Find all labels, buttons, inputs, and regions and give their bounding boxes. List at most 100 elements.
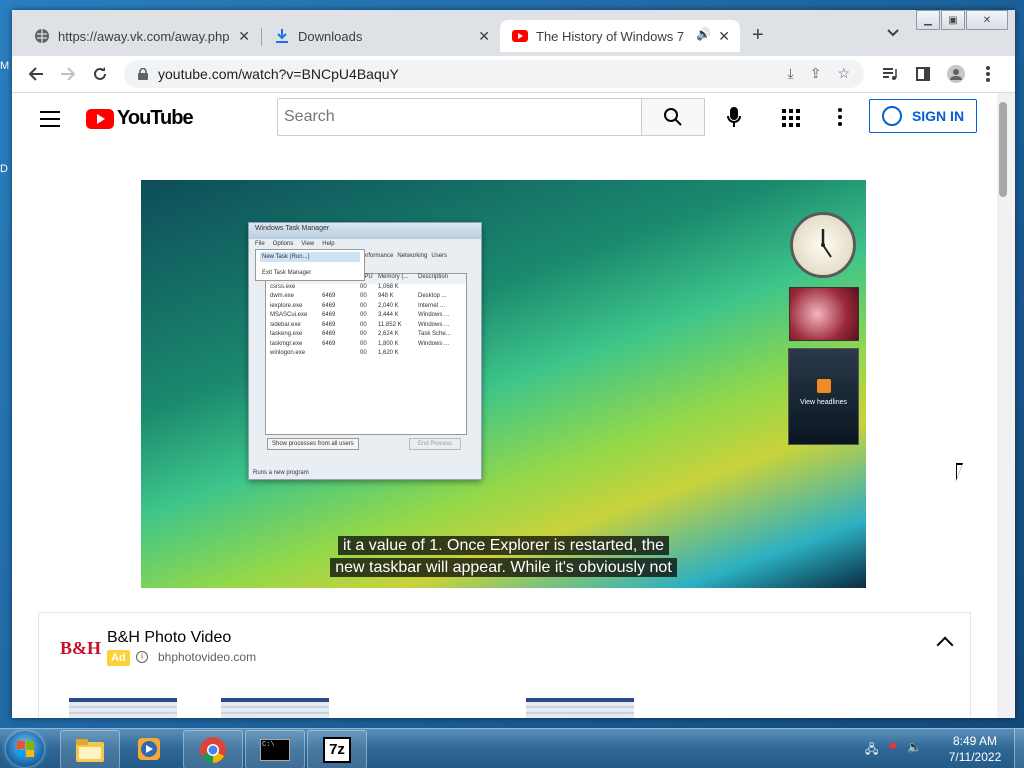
url-text[interactable]: youtube.com/watch?v=BNCpU4BaquY <box>158 66 399 82</box>
install-app-icon[interactable]: ⤓ <box>788 65 794 82</box>
youtube-header: YouTube SIGN IN <box>12 93 997 149</box>
system-tray: 🖧 ⚑ 🔈 <box>865 740 922 761</box>
tab-youtube[interactable]: The History of Windows 7 De 🔊 ✕ <box>500 20 740 52</box>
volume-icon[interactable]: 🔈 <box>907 740 922 761</box>
audio-playing-icon[interactable]: 🔊 <box>696 27 711 41</box>
tab-vk[interactable]: https://away.vk.com/away.php ✕ <box>12 20 260 52</box>
new-tab-button[interactable]: + <box>752 24 764 47</box>
tab-search-icon[interactable] <box>887 26 899 40</box>
hamburger-menu-icon[interactable] <box>40 111 60 127</box>
ad-product-thumbnail[interactable] <box>69 698 177 718</box>
slideshow-gadget <box>789 287 859 341</box>
close-tab-icon[interactable]: ✕ <box>238 28 250 45</box>
youtube-apps-icon[interactable] <box>782 109 800 127</box>
lock-icon[interactable] <box>136 67 150 81</box>
tab-title: The History of Windows 7 De <box>536 28 688 44</box>
explorer-icon[interactable] <box>60 730 120 768</box>
process-row: csrss.exe 00 1,068 K <box>266 284 466 294</box>
globe-icon <box>34 28 50 44</box>
show-desktop-button[interactable] <box>1014 729 1024 768</box>
close-window-button[interactable]: ✕ <box>966 10 1008 30</box>
side-panel-icon[interactable] <box>911 62 935 86</box>
close-tab-icon[interactable]: ✕ <box>718 28 730 45</box>
caption-line-1: it a value of 1. Once Explorer is restar… <box>141 535 866 557</box>
collapse-chevron-icon[interactable] <box>936 636 954 654</box>
process-cell <box>418 350 468 360</box>
network-icon[interactable]: 🖧 <box>865 740 878 761</box>
address-bar[interactable]: youtube.com/watch?v=BNCpU4BaquY ⤓ ⇪ ☆ <box>124 60 864 88</box>
search-input[interactable] <box>277 98 641 136</box>
caption-text: it a value of 1. Once Explorer is restar… <box>337 536 670 555</box>
tab-downloads[interactable]: Downloads ✕ <box>252 20 500 52</box>
taskbar-clock[interactable]: 8:49 AM 7/11/2022 <box>940 733 1010 765</box>
menu-item-exit: Exit Task Manager <box>262 270 312 276</box>
media-control-icon[interactable] <box>878 62 902 86</box>
ad-badge: Ad <box>107 650 130 666</box>
task-manager-status: Runs a new program <box>253 470 309 476</box>
cmd-label: C:\ <box>260 738 290 761</box>
minimize-button[interactable]: ▁ <box>916 10 940 30</box>
process-cell: 00 <box>360 321 367 328</box>
ad-product-thumbnail[interactable] <box>526 698 634 718</box>
action-center-flag-icon[interactable]: ⚑ <box>887 740 898 761</box>
reload-icon[interactable] <box>88 62 112 86</box>
clock-time: 8:49 AM <box>952 734 998 748</box>
ad-domain[interactable]: bhphotovideo.com <box>158 650 256 664</box>
tm-tab: Networking <box>397 253 428 259</box>
tab-title: Downloads <box>298 28 363 44</box>
windows-taskbar: C:\ 7z 🖧 ⚑ 🔈 8:49 AM 7/11/2022 <box>0 728 1024 768</box>
menu-view: View <box>301 241 315 247</box>
bookmark-star-icon[interactable]: ☆ <box>837 65 850 82</box>
profile-avatar-icon[interactable] <box>944 62 968 86</box>
settings-more-icon[interactable] <box>838 108 842 129</box>
chrome-icon[interactable] <box>183 730 243 768</box>
cmd-icon[interactable]: C:\ <box>245 730 305 768</box>
chrome-menu-icon[interactable] <box>976 62 1000 86</box>
task-manager-window: Windows Task Manager File Options View H… <box>248 222 482 480</box>
feed-headlines-text: View headlines <box>800 399 847 406</box>
sign-in-button[interactable]: SIGN IN <box>869 99 977 133</box>
ad-info-icon[interactable]: i <box>136 651 148 663</box>
bh-logo[interactable]: B&H <box>60 638 101 659</box>
process-cell: sidebar.exe <box>270 321 301 328</box>
menu-file: File <box>255 241 265 247</box>
media-player-icon[interactable] <box>120 730 178 767</box>
desktop-label-d: D <box>0 163 8 175</box>
process-cell: 6469 <box>322 312 336 318</box>
7zip-icon[interactable]: 7z <box>307 730 367 768</box>
process-cell: 00 <box>360 312 367 318</box>
process-cell: MSASCui.exe <box>270 312 308 318</box>
search-button[interactable] <box>641 98 705 136</box>
browser-window: https://away.vk.com/away.php ✕ Downloads… <box>12 10 1015 718</box>
video-player[interactable]: Windows Task Manager File Options View H… <box>141 180 866 588</box>
menu-options: Options <box>272 241 294 247</box>
process-cell: 6469 <box>322 331 336 337</box>
back-icon[interactable] <box>24 62 48 86</box>
ad-title[interactable]: B&H Photo Video <box>107 629 231 647</box>
process-row: iexplore.exe 6469 00 2,040 K Internet ... <box>266 303 466 313</box>
maximize-button[interactable]: ▣ <box>941 10 965 30</box>
process-cell: winlogon.exe <box>270 350 306 356</box>
scrollbar-thumb[interactable] <box>999 102 1007 197</box>
close-tab-icon[interactable]: ✕ <box>478 28 490 45</box>
end-process-button: End Process <box>409 438 462 450</box>
ad-product-thumbnail[interactable] <box>221 698 329 718</box>
tm-tab: Users <box>431 253 448 259</box>
process-cell: 1,068 K <box>378 283 399 290</box>
task-manager-menu: File Options View Help <box>249 239 481 249</box>
feed-headlines-gadget: View headlines <box>788 348 859 445</box>
process-cell: 2,624 K <box>378 331 399 337</box>
forward-icon[interactable] <box>56 62 80 86</box>
youtube-logo[interactable]: YouTube <box>86 107 194 130</box>
process-row: dwm.exe 6469 00 948 K Desktop ... <box>266 293 466 303</box>
process-cell: 6469 <box>322 340 336 347</box>
youtube-logo-text: YouTube <box>117 107 194 129</box>
process-cell: 2,040 K <box>378 302 399 309</box>
ad-card[interactable]: B&H B&H Photo Video Ad i bhphotovideo.co… <box>38 612 971 718</box>
clock-gadget <box>790 212 856 278</box>
share-icon[interactable]: ⇪ <box>810 65 822 82</box>
process-cell: 00 <box>360 340 367 347</box>
process-cell: 6469 <box>322 293 336 299</box>
voice-search-icon[interactable] <box>722 105 746 129</box>
start-button[interactable] <box>6 731 44 767</box>
